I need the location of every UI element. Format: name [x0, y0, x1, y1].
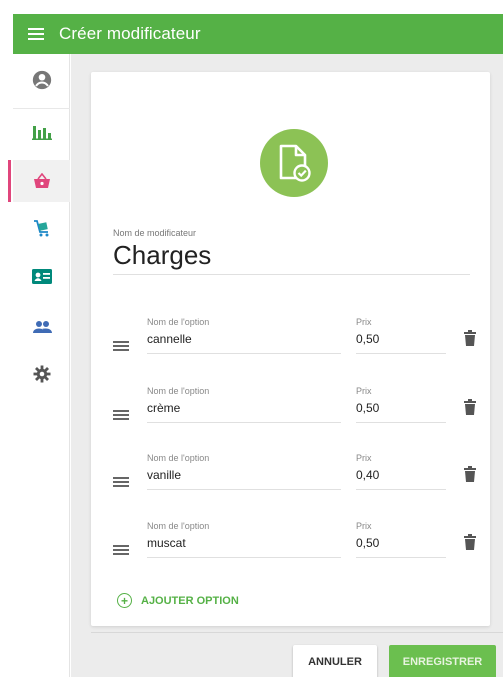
drag-handle-icon[interactable] — [113, 341, 129, 353]
content-area: Nom de modificateur Charges Nom de l'opt… — [71, 54, 503, 677]
option-name-label: Nom de l'option — [147, 453, 210, 463]
option-name-input[interactable]: cannelle — [147, 330, 341, 354]
drag-handle-icon[interactable] — [113, 545, 129, 557]
document-check-icon — [260, 129, 328, 197]
app-bar: Créer modificateur — [13, 14, 503, 54]
footer-divider — [91, 632, 503, 633]
drag-handle-icon[interactable] — [113, 410, 129, 422]
option-name-label: Nom de l'option — [147, 317, 210, 327]
save-button[interactable]: ENREGISTRER — [389, 645, 496, 677]
modifier-name-input[interactable]: Charges — [113, 240, 470, 275]
option-row: Nom de l'option muscat Prix 0,50 — [91, 521, 490, 579]
price-input[interactable]: 0,40 — [356, 466, 446, 490]
id-card-icon[interactable] — [13, 255, 70, 297]
modifier-name-label: Nom de modificateur — [113, 228, 197, 238]
option-row: Nom de l'option vanille Prix 0,40 — [91, 453, 490, 511]
option-row: Nom de l'option cannelle Prix 0,50 — [91, 317, 490, 375]
price-label: Prix — [356, 521, 372, 531]
price-input[interactable]: 0,50 — [356, 534, 446, 558]
sidebar — [8, 54, 70, 677]
option-name-label: Nom de l'option — [147, 521, 210, 531]
add-circle-icon: + — [117, 593, 132, 608]
modifier-form-card: Nom de modificateur Charges Nom de l'opt… — [91, 72, 490, 626]
price-label: Prix — [356, 317, 372, 327]
price-input[interactable]: 0,50 — [356, 399, 446, 423]
trash-icon[interactable] — [464, 534, 478, 552]
add-option-button[interactable]: + AJOUTER OPTION — [117, 593, 239, 608]
option-name-input[interactable]: vanille — [147, 466, 341, 490]
price-label: Prix — [356, 386, 372, 396]
bar-chart-icon[interactable] — [13, 111, 70, 153]
trash-icon[interactable] — [464, 330, 478, 348]
trash-icon[interactable] — [464, 466, 478, 484]
option-row: Nom de l'option crème Prix 0,50 — [91, 386, 490, 444]
option-name-input[interactable]: crème — [147, 399, 341, 423]
cancel-button[interactable]: ANNULER — [293, 645, 377, 677]
menu-icon[interactable] — [13, 14, 59, 54]
cart-icon[interactable] — [13, 207, 70, 249]
option-name-input[interactable]: muscat — [147, 534, 341, 558]
price-label: Prix — [356, 453, 372, 463]
option-name-label: Nom de l'option — [147, 386, 210, 396]
sidebar-divider — [13, 108, 70, 109]
trash-icon[interactable] — [464, 399, 478, 417]
gear-icon[interactable] — [13, 353, 70, 395]
basket-icon[interactable] — [8, 160, 70, 202]
add-option-label: AJOUTER OPTION — [141, 594, 239, 607]
page-title: Créer modificateur — [59, 24, 201, 43]
people-icon[interactable] — [13, 306, 70, 348]
account-icon[interactable] — [13, 59, 70, 101]
drag-handle-icon[interactable] — [113, 477, 129, 489]
price-input[interactable]: 0,50 — [356, 330, 446, 354]
